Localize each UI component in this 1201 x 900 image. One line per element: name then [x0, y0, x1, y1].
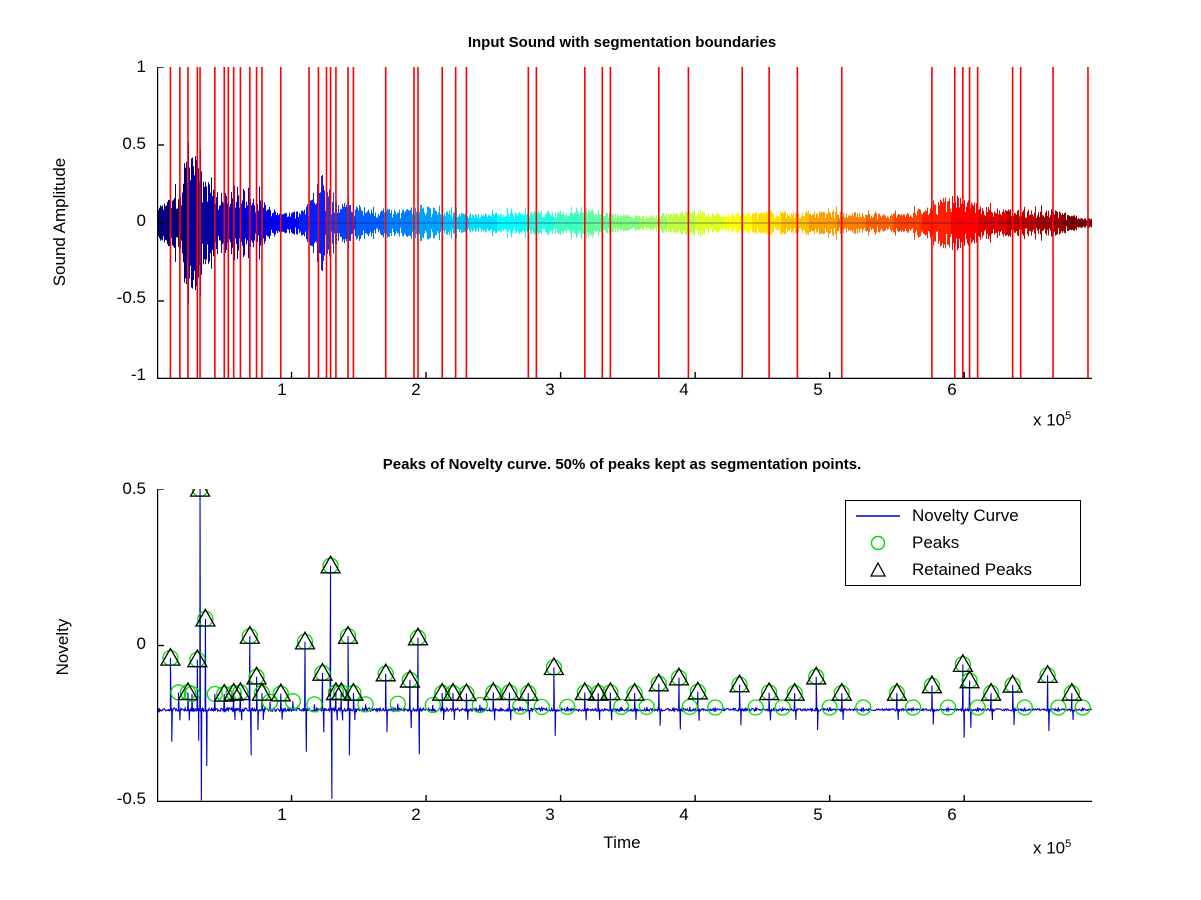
bottom-xtick-4: 4: [679, 805, 689, 824]
top-ytick-1: 1: [136, 57, 146, 76]
legend-line-icon: [850, 503, 906, 529]
top-xtick-5: 5: [813, 380, 823, 399]
top-ytick-neg0p5: -0.5: [116, 288, 146, 307]
bottom-ytick-neg0p5: -0.5: [116, 789, 146, 808]
top-xtick-6: 6: [947, 380, 957, 399]
top-exponent-label: x 105: [1033, 410, 1071, 431]
matlab-figure: Input Sound with segmentation boundaries…: [0, 0, 1201, 900]
bottom-exponent-power: 5: [1065, 838, 1072, 850]
bottom-xtick-1: 1: [277, 805, 287, 824]
top-xtick-3: 3: [545, 380, 555, 399]
bottom-plot-xlabel: Time: [603, 833, 641, 852]
bottom-exponent-label: x 105: [1033, 838, 1071, 859]
bottom-ytick-0p5: 0.5: [122, 479, 146, 498]
circle-icon: [850, 530, 906, 556]
top-xtick-4: 4: [679, 380, 689, 399]
top-plot-ylabel: Sound Amplitude: [50, 157, 69, 287]
triangle-icon: [850, 557, 906, 583]
top-ytick-0p5: 0.5: [122, 134, 146, 153]
bottom-ytick-0: 0: [136, 634, 146, 653]
top-plot-area: [157, 67, 1092, 379]
legend-item-novelty-curve: Novelty Curve: [850, 503, 1019, 529]
top-exponent-power: 5: [1065, 410, 1072, 422]
bottom-exponent-mantissa: x 10: [1033, 838, 1066, 858]
top-xtick-2: 2: [411, 380, 421, 399]
bottom-plot-title: Peaks of Novelty curve. 50% of peaks kep…: [382, 456, 862, 473]
legend-item-peaks: Peaks: [850, 530, 959, 556]
top-exponent-mantissa: x 10: [1033, 410, 1066, 430]
legend-label-peaks: Peaks: [912, 533, 960, 552]
legend-label-novelty-curve: Novelty Curve: [912, 506, 1019, 525]
top-xtick-1: 1: [277, 380, 287, 399]
novelty-legend: Novelty Curve Peaks Retained Peaks: [845, 500, 1081, 586]
top-plot-title: Input Sound with segmentation boundaries: [467, 34, 777, 51]
bottom-xtick-6: 6: [947, 805, 957, 824]
top-ytick-neg1: -1: [130, 365, 146, 384]
top-ytick-0: 0: [136, 211, 146, 230]
bottom-xtick-2: 2: [411, 805, 421, 824]
bottom-plot-ylabel: Novelty: [53, 618, 72, 676]
bottom-xtick-5: 5: [813, 805, 823, 824]
legend-item-retained-peaks: Retained Peaks: [850, 557, 1032, 583]
bottom-xtick-3: 3: [545, 805, 555, 824]
legend-label-retained-peaks: Retained Peaks: [912, 560, 1033, 579]
